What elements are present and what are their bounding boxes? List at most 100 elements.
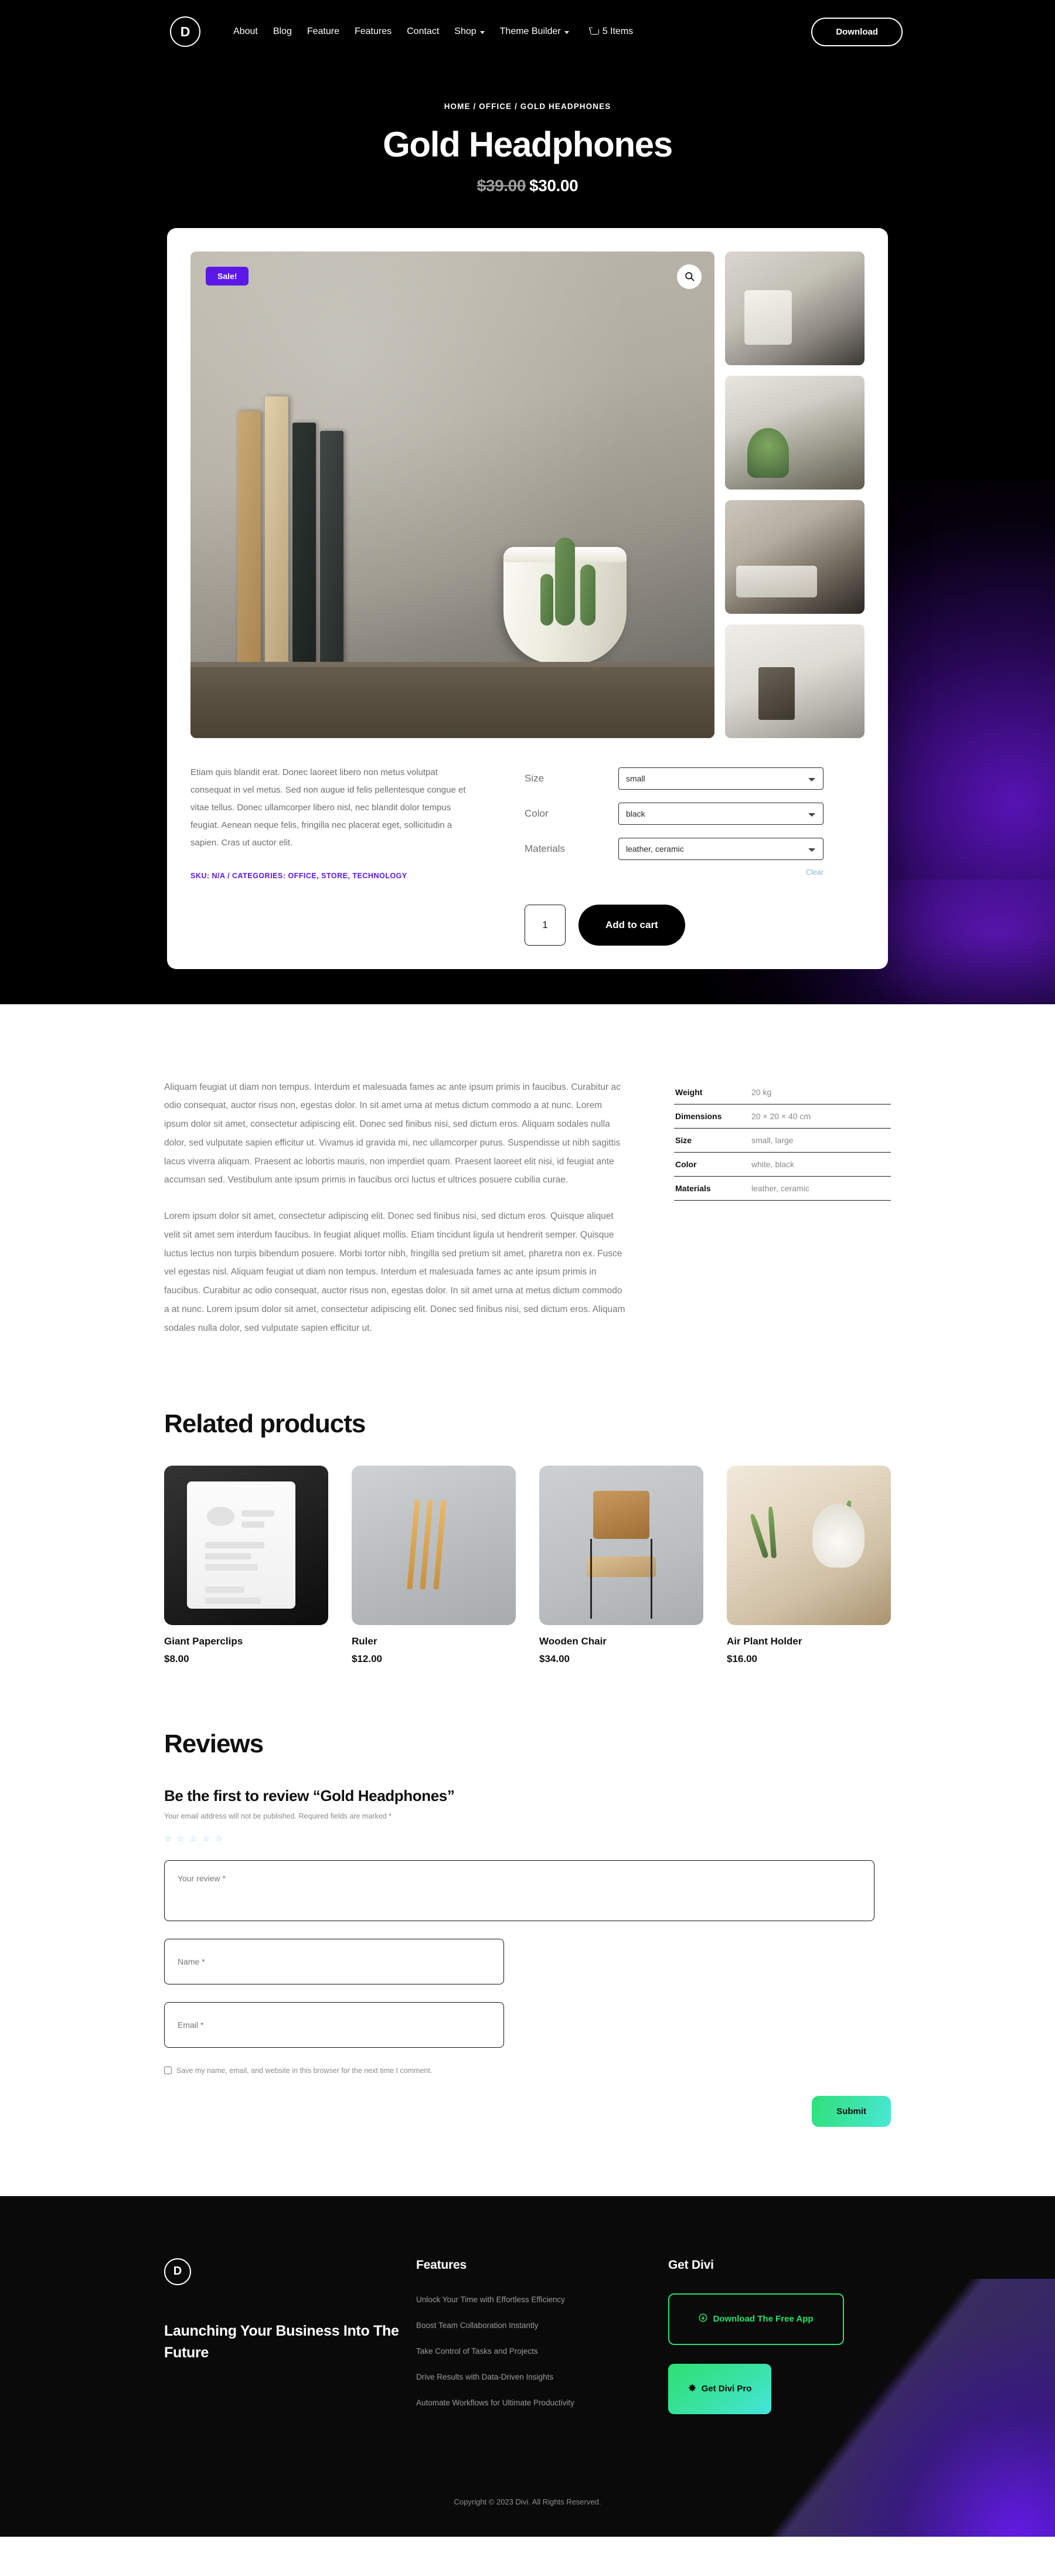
option-label-materials: Materials xyxy=(525,842,565,854)
nav-link-blog[interactable]: Blog xyxy=(273,26,292,37)
list-item[interactable]: Unlock Your Time with Effortless Efficie… xyxy=(416,2295,668,2305)
spec-key: Dimensions xyxy=(675,1111,722,1121)
product-price: $34.00 xyxy=(539,1653,570,1664)
spec-value: white, black xyxy=(751,1159,795,1169)
nav-item-blog[interactable]: Blog xyxy=(273,26,292,37)
save-info-row: Save my name, email, and website in this… xyxy=(164,2067,891,2075)
list-item[interactable]: Automate Workflows for Ultimate Producti… xyxy=(416,2398,668,2408)
nav-item-about[interactable]: About xyxy=(233,26,258,37)
product-name[interactable]: Wooden Chair xyxy=(539,1636,703,1647)
page-title: Gold Headphones xyxy=(383,125,673,164)
footer-feature-link[interactable]: Drive Results with Data-Driven Insights xyxy=(416,2373,553,2381)
nav-link-about[interactable]: About xyxy=(233,26,258,37)
nav-link-feature[interactable]: Feature xyxy=(307,26,339,37)
footer-tagline: Launching Your Business Into The Future xyxy=(164,2322,399,2361)
related-products-section: Related products Giant Paperclips $8.00 … xyxy=(164,1355,891,1665)
nav-link-contact[interactable]: Contact xyxy=(407,26,439,37)
list-item[interactable]: Giant Paperclips $8.00 xyxy=(164,1465,328,1665)
option-row-color: Color black xyxy=(525,802,865,825)
footer-brand-column: D Launching Your Business Into The Futur… xyxy=(164,2258,416,2424)
product-options-column: Size small Color black Materials leather… xyxy=(525,764,865,946)
footer-feature-link[interactable]: Take Control of Tasks and Projects xyxy=(416,2347,538,2356)
footer-features-column: Features Unlock Your Time with Effortles… xyxy=(416,2258,668,2424)
product-price: $8.00 xyxy=(164,1653,189,1664)
color-select[interactable]: black xyxy=(618,802,823,825)
product-name[interactable]: Ruler xyxy=(352,1636,516,1647)
review-textarea[interactable] xyxy=(164,1860,874,1921)
clear-options-link[interactable]: Clear xyxy=(618,868,823,876)
footer-feature-link[interactable]: Automate Workflows for Ultimate Producti… xyxy=(416,2398,574,2407)
table-row: Color white, black xyxy=(674,1153,891,1177)
nav-link-shop[interactable]: Shop xyxy=(454,26,476,37)
submit-row: Submit xyxy=(164,2095,891,2127)
long-paragraph-1: Aliquam feugiat ut diam non tempus. Inte… xyxy=(164,1082,621,1185)
nav-item-features[interactable]: Features xyxy=(355,26,392,37)
nav-item-cart[interactable]: 5 Items xyxy=(588,26,633,37)
hero-section: D About Blog Feature Features Contact Sh… xyxy=(0,0,1055,1004)
main-navigation: D About Blog Feature Features Contact Sh… xyxy=(0,0,1055,63)
image-cactus-decoration xyxy=(555,537,575,626)
add-to-cart-button[interactable]: Add to cart xyxy=(578,904,685,946)
list-item[interactable]: Ruler $12.00 xyxy=(352,1465,516,1665)
get-divi-pro-button[interactable]: Get Divi Pro xyxy=(668,2363,771,2414)
cart-items-label[interactable]: 5 Items xyxy=(603,26,633,37)
hero-header: HOME / OFFICE / GOLD HEADPHONES Gold Hea… xyxy=(0,63,1055,195)
thumbnail-3[interactable] xyxy=(725,499,865,614)
long-description-section: Aliquam feugiat ut diam non tempus. Inte… xyxy=(164,1004,891,1355)
spec-value: leather, ceramic xyxy=(751,1183,809,1193)
clear-row: Clear xyxy=(525,868,823,876)
breadcrumb[interactable]: HOME / OFFICE / GOLD HEADPHONES xyxy=(0,102,1055,111)
thumbnail-2[interactable] xyxy=(725,375,865,490)
save-info-checkbox[interactable] xyxy=(164,2067,172,2075)
footer-feature-link[interactable]: Unlock Your Time with Effortless Efficie… xyxy=(416,2295,565,2304)
reviews-title: Reviews xyxy=(164,1729,264,1758)
divi-logo-icon[interactable]: D xyxy=(170,16,200,47)
quantity-input[interactable] xyxy=(525,904,566,946)
materials-select[interactable]: leather, ceramic xyxy=(618,837,823,860)
footer-feature-link[interactable]: Boost Team Collaboration Instantly xyxy=(416,2321,538,2330)
thumbnail-4[interactable] xyxy=(725,624,865,738)
table-row: Size small, large xyxy=(674,1129,891,1153)
product-image-giant-paperclips[interactable] xyxy=(164,1465,328,1625)
download-circle-icon xyxy=(699,2313,707,2324)
nav-item-feature[interactable]: Feature xyxy=(307,26,339,37)
product-image-air-plant-holder[interactable] xyxy=(727,1465,891,1625)
table-row: Dimensions 20 × 20 × 40 cm xyxy=(674,1105,891,1129)
nav-item-contact[interactable]: Contact xyxy=(407,26,439,37)
list-item[interactable]: Take Control of Tasks and Projects xyxy=(416,2346,668,2357)
divi-logo-icon[interactable]: D xyxy=(164,2258,191,2285)
save-info-label[interactable]: Save my name, email, and website in this… xyxy=(176,2067,432,2075)
magnifier-icon[interactable] xyxy=(677,264,702,289)
submit-button[interactable]: Submit xyxy=(812,2095,891,2127)
product-name[interactable]: Giant Paperclips xyxy=(164,1636,328,1647)
email-field[interactable] xyxy=(164,2001,504,2048)
spec-key: Color xyxy=(675,1159,697,1169)
download-free-app-button[interactable]: Download The Free App xyxy=(668,2293,844,2345)
name-field[interactable] xyxy=(164,1938,504,1984)
product-name[interactable]: Air Plant Holder xyxy=(727,1636,891,1647)
list-item[interactable]: Drive Results with Data-Driven Insights xyxy=(416,2372,668,2383)
long-paragraph-2: Lorem ipsum dolor sit amet, consectetur … xyxy=(164,1211,625,1333)
product-info-row: Etiam quis blandit erat. Donec laoreet l… xyxy=(190,764,865,946)
list-item[interactable]: Boost Team Collaboration Instantly xyxy=(416,2320,668,2331)
product-image-wooden-chair[interactable] xyxy=(539,1465,703,1625)
size-select[interactable]: small xyxy=(618,767,823,790)
related-products-title: Related products xyxy=(164,1409,366,1438)
nav-item-shop[interactable]: Shop xyxy=(454,26,485,37)
list-item[interactable]: Wooden Chair $34.00 xyxy=(539,1465,703,1665)
product-image-ruler[interactable] xyxy=(352,1465,516,1625)
product-gallery: Sale! xyxy=(190,251,865,738)
thumbnail-1[interactable] xyxy=(725,251,865,365)
rating-stars[interactable]: ☆ ☆ ☆ ☆ ☆ xyxy=(164,1833,891,1844)
product-sku-categories[interactable]: SKU: N/A / CATEGORIES: OFFICE, STORE, TE… xyxy=(190,872,472,880)
footer-columns: D Launching Your Business Into The Futur… xyxy=(164,2258,891,2424)
download-button[interactable]: Download xyxy=(811,17,903,46)
price-row: $39.00 $30.00 xyxy=(0,176,1055,195)
product-main-image[interactable]: Sale! xyxy=(190,251,714,738)
spec-value: 20 × 20 × 40 cm xyxy=(751,1111,811,1121)
list-item[interactable]: Air Plant Holder $16.00 xyxy=(727,1465,891,1665)
nav-item-theme-builder[interactable]: Theme Builder xyxy=(500,26,569,37)
nav-link-theme-builder[interactable]: Theme Builder xyxy=(500,26,561,37)
product-short-description: Etiam quis blandit erat. Donec laoreet l… xyxy=(190,767,466,848)
nav-link-features[interactable]: Features xyxy=(355,26,392,37)
